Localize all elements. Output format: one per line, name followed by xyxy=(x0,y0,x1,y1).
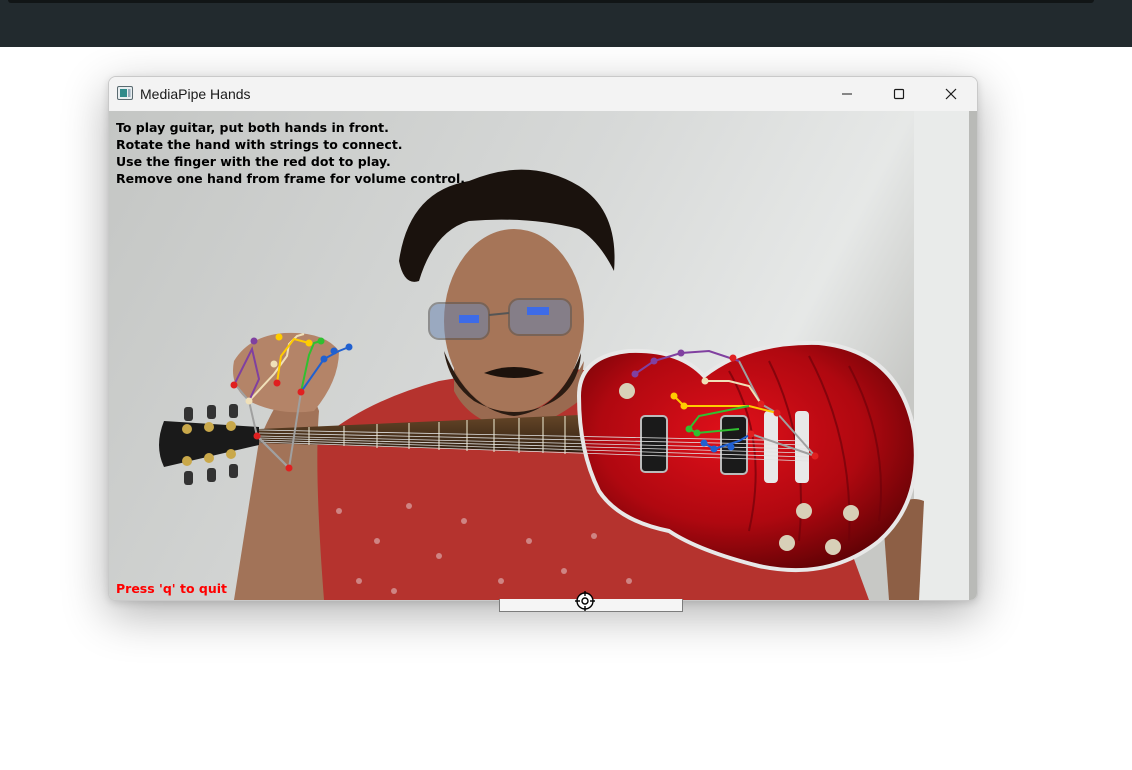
maximize-button[interactable] xyxy=(873,77,925,111)
right-wall xyxy=(914,111,977,600)
close-button[interactable] xyxy=(925,77,977,111)
maximize-icon xyxy=(893,88,905,100)
minimize-icon xyxy=(842,93,852,95)
wall-edge xyxy=(969,111,977,600)
instruction-line: Use the finger with the red dot to play. xyxy=(116,154,391,169)
minimize-button[interactable] xyxy=(821,77,873,111)
instruction-line: Rotate the hand with strings to connect. xyxy=(116,137,403,152)
instruction-line: Remove one hand from frame for volume co… xyxy=(116,171,465,186)
move-cursor-icon xyxy=(575,591,595,611)
quit-hint: Press 'q' to quit xyxy=(116,581,228,596)
title-bar[interactable]: MediaPipe Hands xyxy=(109,77,977,111)
window-title: MediaPipe Hands xyxy=(140,86,251,102)
app-window[interactable]: MediaPipe Hands To play guitar, put both… xyxy=(108,76,978,601)
close-icon xyxy=(945,88,957,100)
instructions-overlay: To play guitar, put both hands in front.… xyxy=(116,119,465,187)
topbar-edge xyxy=(8,0,1094,3)
opencv-window-icon xyxy=(117,86,133,100)
desktop-topbar xyxy=(0,0,1132,47)
instruction-line: To play guitar, put both hands in front. xyxy=(116,120,389,135)
camera-feed[interactable]: To play guitar, put both hands in front.… xyxy=(109,111,977,600)
